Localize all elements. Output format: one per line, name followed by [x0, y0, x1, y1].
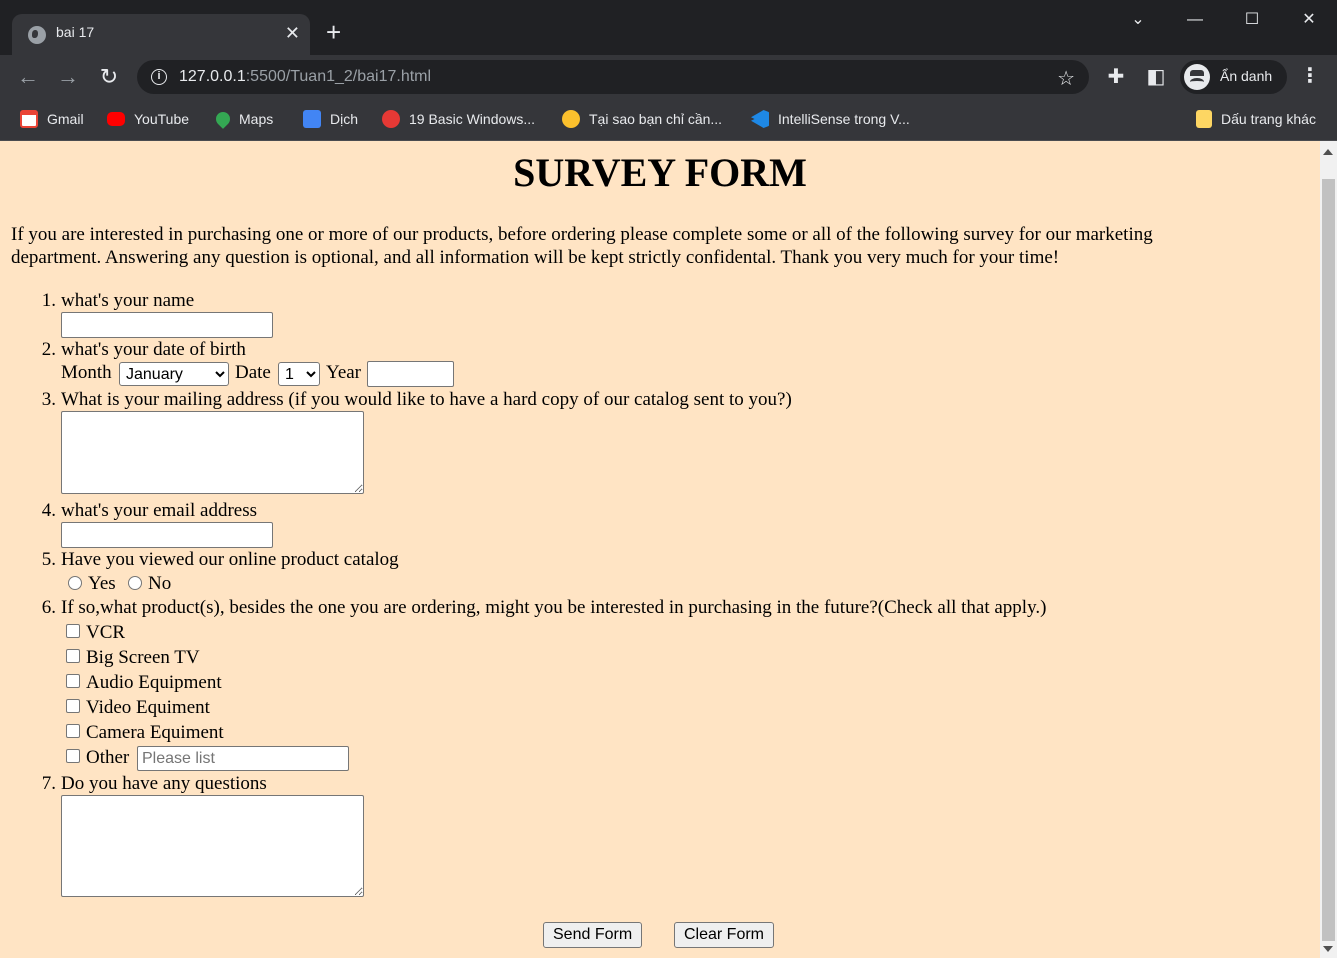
- gmail-icon: [20, 110, 38, 128]
- tab-title: bai 17: [56, 24, 95, 40]
- camera-equipment-label: Camera Equiment: [86, 722, 224, 743]
- minimize-icon[interactable]: —: [1183, 8, 1207, 32]
- scroll-down-arrow-icon[interactable]: [1323, 946, 1333, 952]
- send-form-button[interactable]: Send Form: [543, 922, 643, 948]
- extensions-icon[interactable]: ✚: [1104, 64, 1128, 89]
- q6-label: If so,what product(s), besides the one y…: [61, 597, 1047, 618]
- folder-icon: [1196, 110, 1212, 128]
- mailing-address-textarea[interactable]: [61, 411, 364, 494]
- q7-label: Do you have any questions: [61, 773, 267, 794]
- audio-equipment-label: Audio Equipment: [86, 672, 222, 693]
- q6-number: 6.: [41, 597, 56, 618]
- big-screen-tv-label: Big Screen TV: [86, 647, 200, 668]
- bookmark-translate[interactable]: Dịch: [303, 109, 358, 129]
- profile-label: Ẩn danh: [1220, 68, 1273, 84]
- video-equipment-checkbox[interactable]: [66, 699, 80, 713]
- new-tab-button[interactable]: +: [326, 19, 341, 45]
- site-icon: [382, 110, 400, 128]
- email-input[interactable]: [61, 522, 273, 548]
- audio-equipment-checkbox[interactable]: [66, 674, 80, 688]
- scroll-up-arrow-icon[interactable]: [1323, 149, 1333, 155]
- catalog-yes-radio[interactable]: [68, 576, 82, 590]
- q4-label: what's your email address: [61, 500, 258, 521]
- bookmark-windows-article[interactable]: 19 Basic Windows...: [382, 109, 535, 129]
- no-label: No: [148, 573, 172, 594]
- bookmark-why-article[interactable]: Tại sao bạn chỉ cần...: [562, 109, 722, 129]
- incognito-icon: [1184, 64, 1210, 90]
- reload-icon[interactable]: ↻: [96, 64, 122, 90]
- back-icon[interactable]: ←: [15, 64, 41, 90]
- bookmark-intellisense[interactable]: IntelliSense trong V...: [751, 109, 910, 129]
- other-products-input[interactable]: [137, 746, 349, 771]
- site-info-icon[interactable]: i: [151, 69, 167, 85]
- bookmarks-bar: Gmail YouTube Maps Dịch 19 Basic Windows…: [0, 100, 1337, 141]
- bulb-icon: [562, 110, 580, 128]
- clear-form-button[interactable]: Clear Form: [674, 922, 775, 948]
- yes-label: Yes: [88, 573, 116, 594]
- q5-number: 5.: [41, 549, 56, 570]
- date-label: Date: [235, 362, 271, 383]
- tab-strip: bai 17 ✕ + ⌄ — ☐ ✕: [0, 0, 1337, 55]
- bookmark-maps[interactable]: Maps: [213, 109, 273, 129]
- translate-icon: [303, 110, 321, 128]
- camera-equipment-checkbox[interactable]: [66, 724, 80, 738]
- big-screen-tv-checkbox[interactable]: [66, 649, 80, 663]
- date-select[interactable]: 1: [278, 362, 320, 386]
- address-bar[interactable]: i 127.0.0.1:5500/Tuan1_2/bai17.html ☆: [137, 60, 1089, 94]
- month-label: Month: [61, 362, 112, 383]
- browser-toolbar: ← → ↻ i 127.0.0.1:5500/Tuan1_2/bai17.htm…: [0, 55, 1337, 100]
- window-close-icon[interactable]: ✕: [1297, 8, 1321, 32]
- year-input[interactable]: [367, 361, 454, 387]
- vscode-icon: [751, 110, 769, 128]
- incognito-profile-button[interactable]: Ẩn danh: [1180, 60, 1287, 94]
- url-text[interactable]: 127.0.0.1:5500/Tuan1_2/bai17.html: [179, 68, 431, 86]
- side-panel-icon[interactable]: ◧: [1144, 64, 1168, 89]
- browser-tab[interactable]: bai 17 ✕: [12, 14, 310, 55]
- bookmark-youtube[interactable]: YouTube: [107, 109, 189, 129]
- forward-icon[interactable]: →: [55, 64, 81, 90]
- year-label: Year: [326, 362, 362, 383]
- other-checkbox[interactable]: [66, 749, 80, 763]
- intro-paragraph: If you are interested in purchasing one …: [11, 224, 1153, 268]
- maps-icon: [213, 109, 233, 129]
- name-input[interactable]: [61, 312, 273, 338]
- scrollbar-thumb[interactable]: [1322, 179, 1335, 941]
- catalog-no-radio[interactable]: [128, 576, 142, 590]
- q2-number: 2.: [41, 339, 56, 360]
- tab-close-icon[interactable]: ✕: [285, 23, 300, 43]
- vcr-checkbox[interactable]: [66, 624, 80, 638]
- other-bookmarks-folder[interactable]: Dấu trang khác: [1196, 109, 1316, 129]
- q3-number: 3.: [41, 389, 56, 410]
- tab-search-icon[interactable]: ⌄: [1126, 8, 1150, 32]
- maximize-icon[interactable]: ☐: [1240, 8, 1264, 32]
- month-select[interactable]: January: [119, 362, 229, 386]
- q1-number: 1.: [41, 290, 56, 311]
- q2-label: what's your date of birth: [61, 339, 246, 360]
- page-scrollbar[interactable]: [1320, 141, 1337, 958]
- video-equipment-label: Video Equiment: [86, 697, 210, 718]
- questions-textarea[interactable]: [61, 795, 364, 897]
- bookmark-star-icon[interactable]: ☆: [1057, 66, 1075, 91]
- globe-icon: [28, 26, 46, 44]
- q7-number: 7.: [41, 773, 56, 794]
- vcr-label: VCR: [86, 622, 126, 643]
- menu-icon[interactable]: ⋮: [1300, 63, 1320, 88]
- q4-number: 4.: [41, 500, 56, 521]
- q3-label: What is your mailing address (if you wou…: [61, 389, 792, 410]
- page-viewport: SURVEY FORM If you are interested in pur…: [0, 141, 1320, 958]
- q5-label: Have you viewed our online product catal…: [61, 549, 399, 570]
- other-label: Other: [86, 747, 130, 768]
- youtube-icon: [107, 112, 125, 126]
- bookmark-gmail[interactable]: Gmail: [20, 109, 84, 129]
- q1-label: what's your name: [61, 290, 195, 311]
- page-title: SURVEY FORM: [513, 150, 807, 195]
